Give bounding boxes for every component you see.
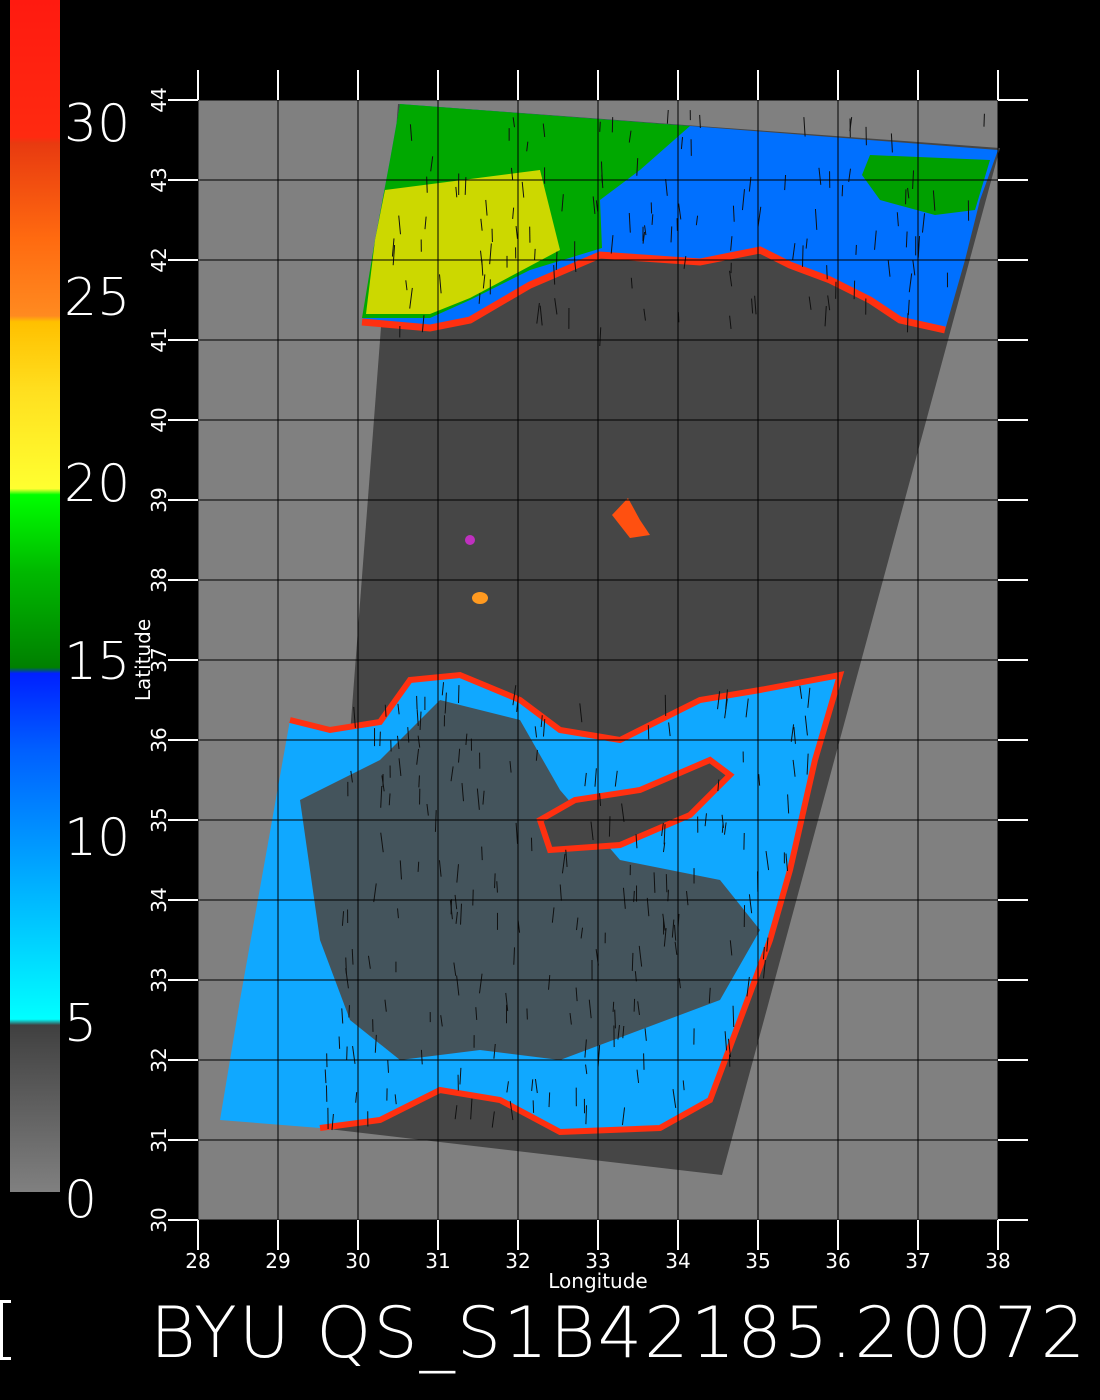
lon-label-37: 37 bbox=[905, 1249, 930, 1273]
wind-vector bbox=[417, 861, 420, 872]
wind-vector bbox=[608, 816, 611, 837]
lon-label-34: 34 bbox=[665, 1249, 690, 1273]
footer-title: BYU QS_S1B42185.20072 bbox=[150, 1292, 1088, 1374]
lat-label-39: 39 bbox=[147, 487, 171, 512]
wind-map: 28 29 30 31 32 33 34 35 36 37 38 30 31 3… bbox=[131, 70, 1028, 1293]
lat-label-30: 30 bbox=[147, 1207, 171, 1232]
lat-label-41: 41 bbox=[147, 327, 171, 352]
wind-vector bbox=[494, 873, 496, 889]
lon-label-36: 36 bbox=[825, 1249, 850, 1273]
wind-vector bbox=[426, 176, 428, 193]
lake-small-1 bbox=[465, 535, 475, 545]
wind-vector bbox=[379, 731, 381, 747]
wind-vector bbox=[548, 1092, 551, 1108]
lon-label-29: 29 bbox=[265, 1249, 290, 1273]
wind-vector bbox=[732, 1005, 735, 1028]
lat-label-34: 34 bbox=[147, 887, 171, 912]
wind-vector bbox=[534, 248, 536, 261]
lon-label-38: 38 bbox=[985, 1249, 1010, 1273]
lat-label-38: 38 bbox=[147, 567, 171, 592]
lon-label-28: 28 bbox=[185, 1249, 210, 1273]
wind-vector bbox=[665, 874, 668, 893]
wind-vector bbox=[348, 1005, 350, 1018]
wind-vector bbox=[387, 1060, 389, 1073]
lat-label-42: 42 bbox=[147, 247, 171, 272]
wind-vector bbox=[338, 1036, 341, 1049]
lat-label-36: 36 bbox=[147, 727, 171, 752]
wind-vector bbox=[612, 1001, 615, 1012]
wind-vector bbox=[345, 957, 347, 974]
wind-vector bbox=[826, 265, 828, 280]
lat-label-31: 31 bbox=[147, 1127, 171, 1152]
lake-small-2 bbox=[472, 592, 488, 604]
wind-vector bbox=[324, 1069, 327, 1084]
lon-label-35: 35 bbox=[745, 1249, 770, 1273]
lon-label-32: 32 bbox=[505, 1249, 530, 1273]
lat-label-32: 32 bbox=[147, 1047, 171, 1072]
lon-label-31: 31 bbox=[425, 1249, 450, 1273]
lat-label-44: 44 bbox=[147, 87, 171, 112]
footer-left-mark bbox=[0, 1300, 11, 1360]
y-axis-title: Latitude bbox=[131, 619, 155, 701]
lat-label-35: 35 bbox=[147, 807, 171, 832]
lon-label-30: 30 bbox=[345, 1249, 370, 1273]
wind-vector bbox=[631, 952, 634, 971]
wind-vector bbox=[418, 775, 420, 788]
wind-vector bbox=[802, 245, 804, 267]
lat-label-40: 40 bbox=[147, 407, 171, 432]
x-axis-title: Longitude bbox=[548, 1269, 647, 1293]
lat-label-43: 43 bbox=[147, 167, 171, 192]
wind-vector bbox=[481, 846, 483, 861]
lat-label-33: 33 bbox=[147, 967, 171, 992]
wind-vector bbox=[496, 881, 498, 893]
wind-vector bbox=[599, 121, 601, 132]
wind-vector bbox=[585, 1105, 588, 1125]
wind-vector bbox=[841, 184, 844, 197]
